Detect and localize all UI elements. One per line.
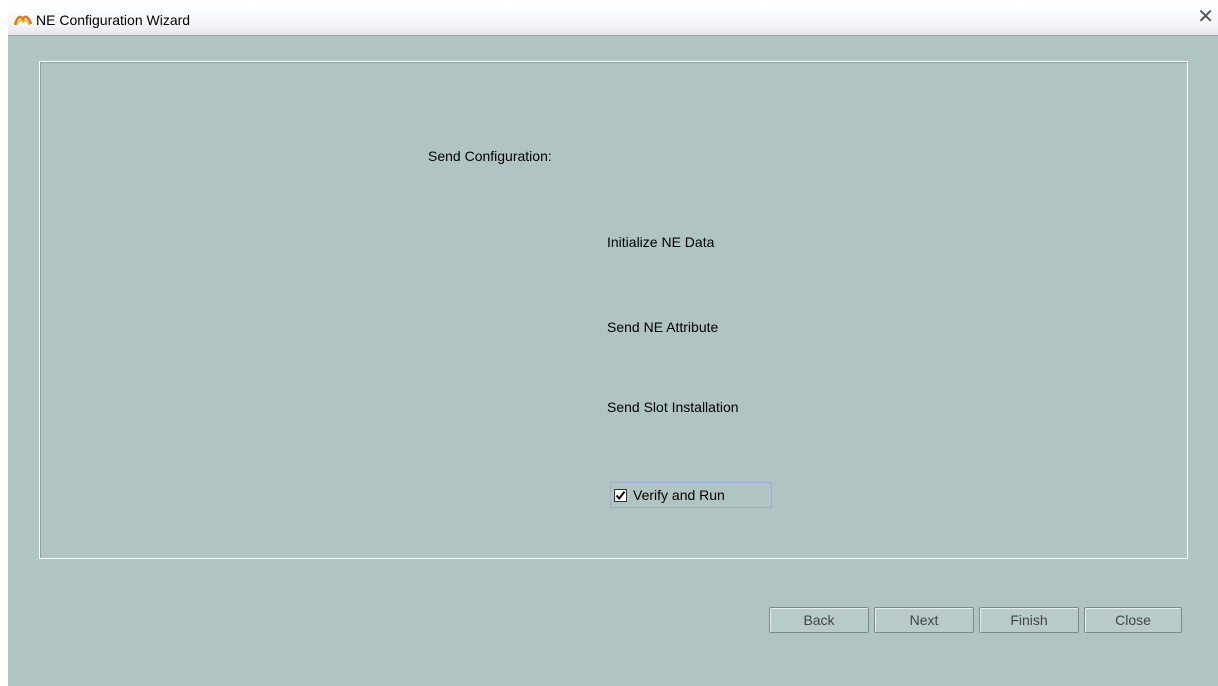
- step-send-ne-attribute: Send NE Attribute: [607, 319, 719, 335]
- checkbox-box[interactable]: [614, 489, 627, 502]
- step-send-slot-installation: Send Slot Installation: [607, 399, 739, 415]
- verify-and-run-checkbox[interactable]: Verify and Run: [610, 482, 772, 508]
- window-title: NE Configuration Wizard: [36, 12, 191, 28]
- title-bar[interactable]: NE Configuration Wizard ✕: [8, 6, 1218, 36]
- wizard-window: NE Configuration Wizard ✕ Send Configura…: [8, 6, 1218, 686]
- step-initialize-ne-data: Initialize NE Data: [607, 234, 715, 250]
- back-button[interactable]: Back: [769, 607, 869, 633]
- finish-button[interactable]: Finish: [979, 607, 1079, 633]
- close-icon[interactable]: ✕: [1197, 7, 1214, 27]
- close-button[interactable]: Close: [1084, 607, 1182, 633]
- app-logo-icon: [13, 13, 33, 27]
- checkmark-icon: [615, 491, 626, 501]
- verify-and-run-label: Verify and Run: [633, 487, 725, 503]
- next-button[interactable]: Next: [874, 607, 974, 633]
- send-configuration-heading: Send Configuration:: [428, 148, 552, 164]
